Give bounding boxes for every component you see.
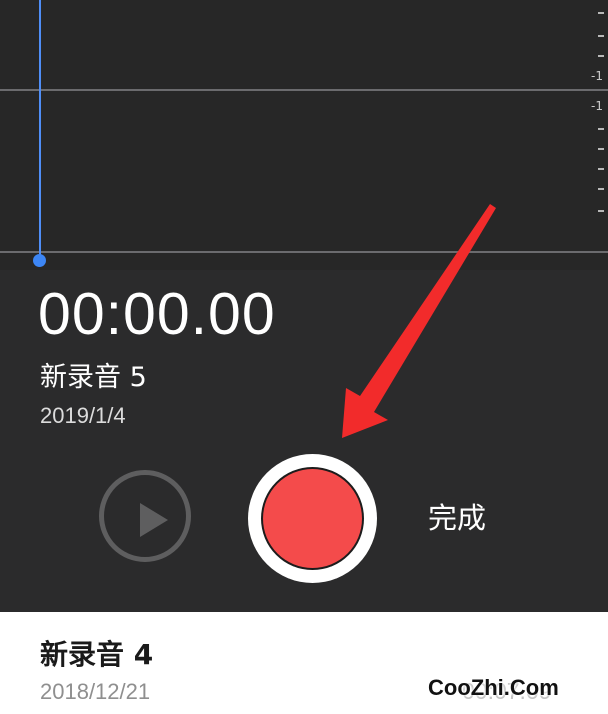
play-icon: [140, 503, 168, 537]
scale-label: -1: [591, 99, 603, 113]
scale-tick: [598, 148, 604, 150]
scale-tick: [598, 210, 604, 212]
record-icon: [263, 469, 362, 568]
playhead-handle[interactable]: [33, 254, 46, 267]
voice-memos-screen: -1 -1 00:00.00 新录音 5 2019/1/4 完成 新录音 4 2…: [0, 0, 608, 714]
play-button[interactable]: [99, 470, 191, 562]
recording-date: 2019/1/4: [40, 403, 126, 428]
scale-label: -1: [591, 69, 603, 83]
scale-tick: [598, 168, 604, 170]
watermark: CooZhi.Com: [428, 675, 559, 700]
scale-tick: [598, 12, 604, 14]
waveform-area[interactable]: -1 -1: [0, 0, 608, 270]
recordings-list: 新录音 4 2018/12/21 00:07.09 CooZhi.Com: [0, 612, 608, 714]
waveform-baseline: [0, 251, 608, 253]
elapsed-time: 00:00.00: [38, 281, 276, 347]
scale-tick: [598, 188, 604, 190]
scale-tick: [598, 35, 604, 37]
list-item-title: 新录音 4: [40, 638, 154, 671]
record-button[interactable]: [248, 454, 377, 583]
recording-title: 新录音 5: [40, 362, 147, 393]
waveform-top-line: [0, 89, 608, 91]
done-button[interactable]: 完成: [428, 500, 486, 536]
scale-tick: [598, 128, 604, 130]
playhead-line[interactable]: [39, 0, 41, 262]
scale-tick: [598, 55, 604, 57]
list-item-date: 2018/12/21: [40, 679, 151, 704]
